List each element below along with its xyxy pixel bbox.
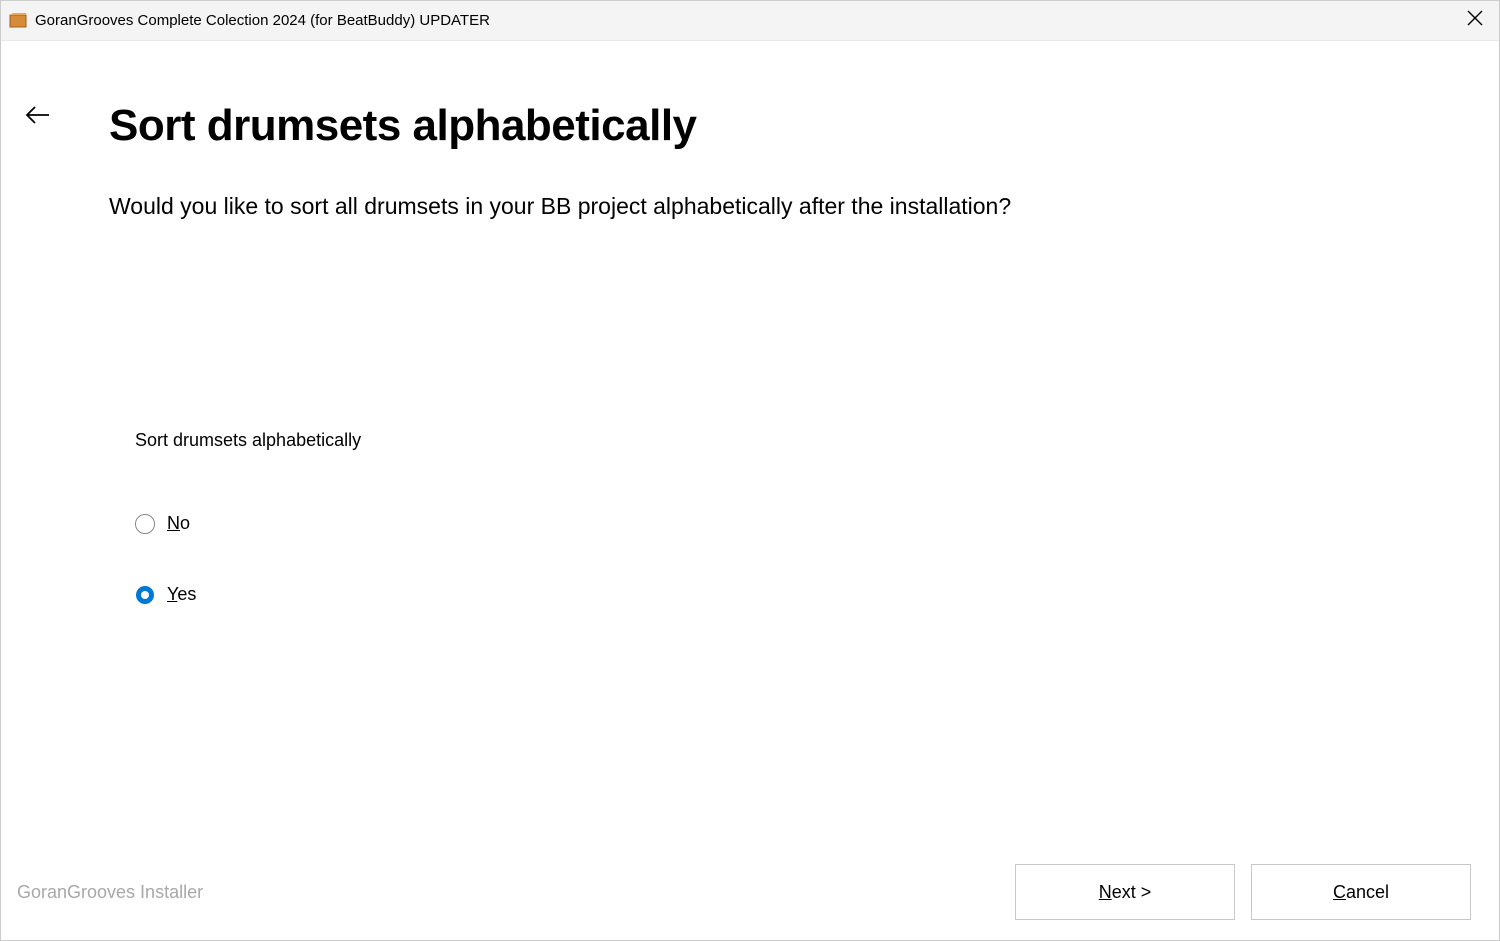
- footer: GoranGrooves Installer Next > Cancel: [1, 864, 1499, 920]
- titlebar: GoranGrooves Complete Colection 2024 (fo…: [1, 1, 1499, 41]
- radio-icon-checked: [135, 585, 155, 605]
- footer-brand: GoranGrooves Installer: [17, 882, 203, 903]
- option-group-label: Sort drumsets alphabetically: [109, 430, 1201, 451]
- radio-option-no[interactable]: No: [109, 513, 1201, 534]
- close-icon: [1467, 10, 1483, 26]
- cancel-button-label: Cancel: [1333, 882, 1389, 903]
- app-icon: [9, 12, 27, 30]
- content-area: Sort drumsets alphabetically Would you l…: [1, 41, 1201, 605]
- page-title: Sort drumsets alphabetically: [109, 101, 1201, 151]
- page-subtitle: Would you like to sort all drumsets in y…: [109, 193, 1201, 220]
- close-button[interactable]: [1463, 6, 1487, 35]
- window-title: GoranGrooves Complete Colection 2024 (fo…: [35, 12, 490, 29]
- radio-label-no: No: [167, 513, 190, 534]
- next-button-label: Next >: [1099, 882, 1152, 903]
- main-content: Sort drumsets alphabetically Would you l…: [1, 41, 1499, 940]
- titlebar-left: GoranGrooves Complete Colection 2024 (fo…: [9, 12, 490, 30]
- back-button[interactable]: [19, 99, 57, 136]
- arrow-left-icon: [25, 105, 51, 125]
- radio-icon-unchecked: [135, 514, 155, 534]
- cancel-button[interactable]: Cancel: [1251, 864, 1471, 920]
- footer-buttons: Next > Cancel: [1015, 864, 1471, 920]
- radio-label-yes: Yes: [167, 584, 196, 605]
- next-button[interactable]: Next >: [1015, 864, 1235, 920]
- radio-option-yes[interactable]: Yes: [109, 584, 1201, 605]
- installer-window: GoranGrooves Complete Colection 2024 (fo…: [0, 0, 1500, 941]
